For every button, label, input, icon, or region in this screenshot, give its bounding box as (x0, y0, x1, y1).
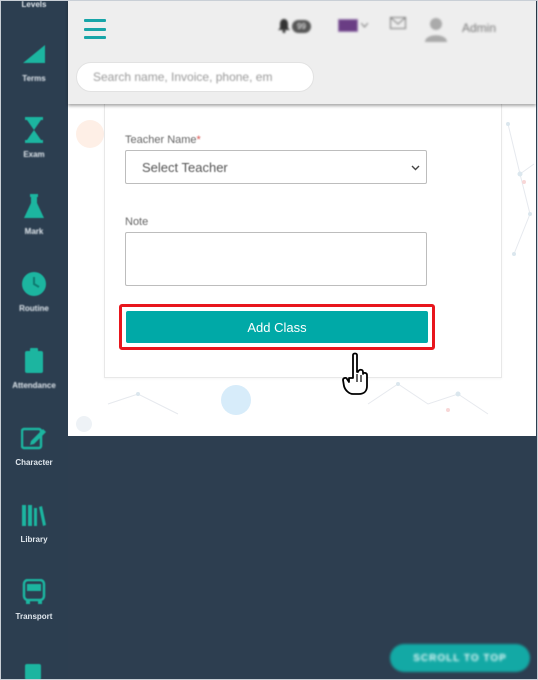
user-name[interactable]: Admin (462, 21, 496, 35)
sidebar-item-label: Character (15, 458, 53, 467)
sidebar-item-label: Terms (22, 74, 46, 83)
chevron-down-icon (361, 22, 368, 28)
required-asterisk: * (196, 134, 201, 146)
sidebar-item-mark[interactable]: Mark (0, 193, 68, 253)
highlight-box: Add Class (119, 304, 435, 350)
edit-square-icon (20, 424, 48, 452)
language-selector[interactable] (338, 16, 368, 34)
note-label: Note (125, 216, 149, 228)
search-input[interactable]: Search name, Invoice, phone, em (76, 62, 314, 92)
books-icon (20, 501, 48, 529)
menu-toggle-icon[interactable] (84, 19, 106, 39)
user-icon (425, 18, 447, 42)
main-panel: 99 Admin Search name, Invoice, phone, em (68, 0, 536, 436)
teacher-select[interactable]: Select Teacher (125, 150, 427, 184)
sidebar-item-exam[interactable]: Exam (0, 116, 68, 176)
notification-badge: 99 (292, 19, 311, 33)
user-avatar[interactable] (425, 16, 447, 42)
sidebar-item-label: Attendance (12, 381, 56, 390)
bus-icon (20, 578, 48, 606)
add-class-form: Teacher Name* Select Teacher Note Add Cl… (104, 104, 502, 395)
scroll-to-top-button[interactable]: SCROLL TO TOP (390, 644, 530, 672)
teacher-select-value: Select Teacher (142, 159, 228, 175)
flask-icon (20, 193, 48, 221)
message-button[interactable] (390, 16, 406, 30)
add-class-button[interactable]: Add Class (126, 311, 428, 343)
sidebar-item-levels-label[interactable]: Levels (0, 0, 68, 9)
clock-icon (20, 270, 48, 298)
sidebar-item-transport[interactable]: Transport (0, 578, 68, 638)
content-area: Teacher Name* Select Teacher Note Add Cl… (68, 104, 536, 436)
sidebar-item-attendance[interactable]: Attendance (0, 347, 68, 407)
sidebar-item-terms[interactable]: Terms (0, 40, 68, 100)
hand-pointer-icon (342, 352, 368, 395)
chevron-down-icon (411, 165, 420, 171)
sidebar-item-label: Exam (23, 150, 45, 159)
signal-bars-icon (20, 40, 48, 68)
teacher-name-label: Teacher Name* (125, 134, 201, 146)
sidebar-item-label: Routine (19, 304, 49, 313)
sidebar-item-library[interactable]: Library (0, 501, 68, 561)
sidebar-item-label: Mark (24, 227, 44, 236)
search-placeholder: Search name, Invoice, phone, em (93, 70, 273, 84)
sidebar-item-label: Library (20, 535, 48, 544)
sidebar-item-routine[interactable]: Routine (0, 270, 68, 330)
note-textarea[interactable] (125, 232, 427, 286)
sidebar-item-label: Transport (15, 612, 53, 621)
sidebar: Levels Terms Exam Mark Routine Attendanc… (0, 0, 68, 680)
bell-icon (278, 19, 290, 33)
flag-icon (338, 18, 358, 32)
vehicle-icon (20, 660, 48, 680)
topbar: 99 Admin Search name, Invoice, phone, em (68, 0, 536, 104)
notification-button[interactable]: 99 (278, 16, 318, 36)
clipboard-icon (20, 347, 48, 375)
hourglass-icon (20, 116, 48, 144)
sidebar-item-partial[interactable] (0, 660, 68, 680)
sidebar-item-character[interactable]: Character (0, 424, 68, 484)
envelope-icon (390, 17, 406, 29)
